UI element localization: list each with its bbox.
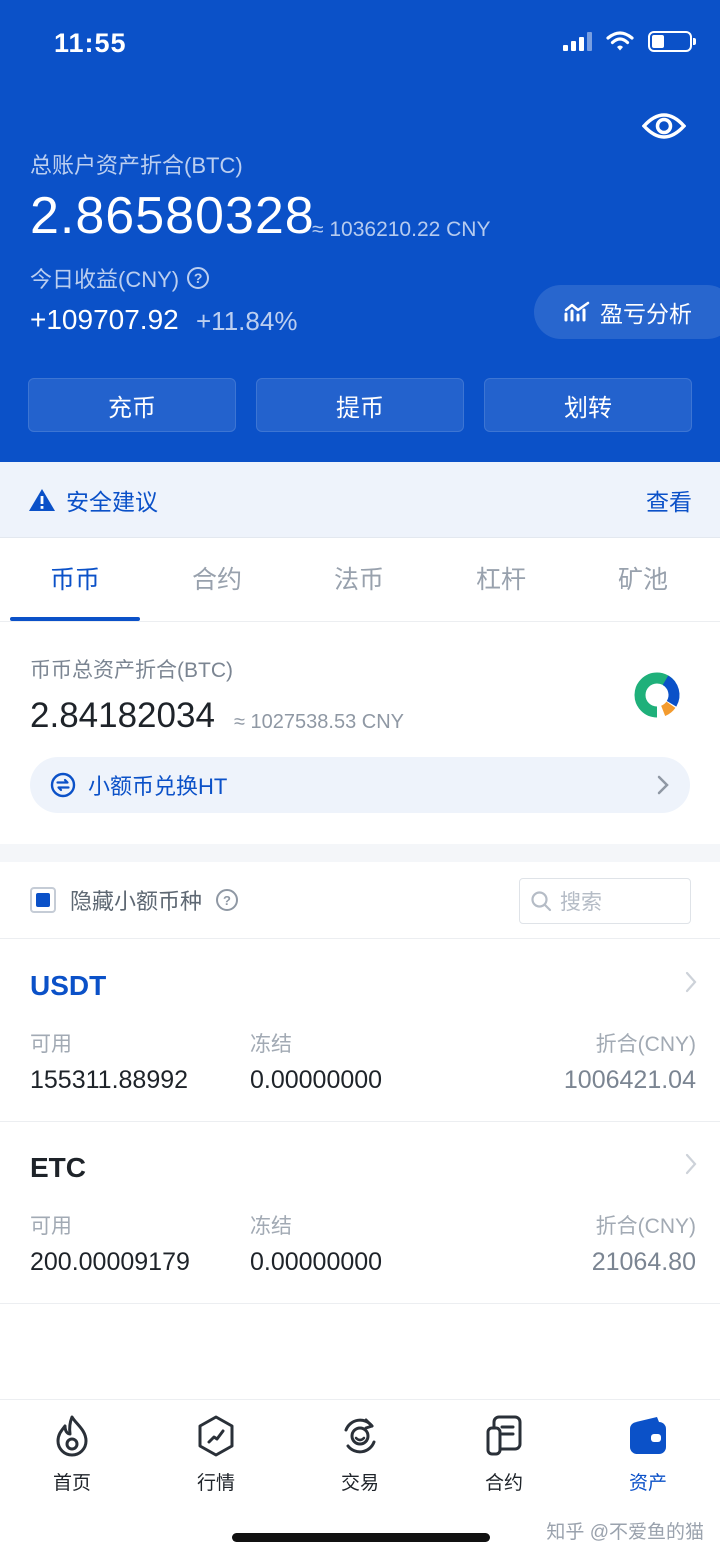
total-assets-cny: ≈ 1036210.22 CNY: [312, 218, 491, 241]
row-divider: [0, 1303, 720, 1304]
asset-header: 11:55 总账户资产折合(BTC) 2.86580328 ≈ 1036210.…: [0, 0, 720, 462]
search-icon: [531, 891, 552, 912]
small-coin-convert-label: 小额币兑换HT: [88, 774, 228, 799]
hide-small-checkbox[interactable]: [30, 887, 56, 913]
today-profit-label-text: 今日收益(CNY): [30, 267, 180, 292]
hide-small-balances[interactable]: 隐藏小额币种 ?: [30, 884, 239, 916]
warning-icon: [29, 488, 55, 511]
status-indicators: [563, 30, 696, 52]
tab-contract[interactable]: 合约: [146, 538, 288, 621]
frozen-value: 0.00000000: [250, 1066, 383, 1094]
withdraw-button[interactable]: 提币: [256, 378, 464, 432]
tab-margin[interactable]: 杠杆: [430, 538, 572, 621]
value-label: 折合(CNY): [595, 1033, 696, 1056]
signal-icon: [563, 31, 592, 51]
frozen-value: 0.00000000: [250, 1248, 383, 1276]
home-indicator[interactable]: [232, 1533, 490, 1542]
help-icon[interactable]: ?: [216, 889, 239, 911]
spot-total-value: 2.84182034: [30, 696, 215, 735]
section-divider: [0, 844, 720, 862]
coin-name: ETC: [30, 1152, 86, 1183]
exchange-icon: [50, 772, 76, 798]
chevron-right-icon: [685, 971, 697, 993]
coin-name: USDT: [30, 970, 107, 1001]
tab-spot[interactable]: 币币: [4, 538, 146, 621]
wallet-icon: [630, 1417, 666, 1454]
contract-icon: [486, 1415, 522, 1456]
battery-icon: [648, 30, 696, 52]
available-value: 200.00009179: [30, 1248, 190, 1276]
account-tabs: 币币 合约 法币 杠杆 矿池: [0, 538, 720, 622]
deposit-button[interactable]: 充币: [28, 378, 236, 432]
spot-total-label: 币币总资产折合(BTC): [30, 659, 233, 682]
nav-home-label: 首页: [52, 1473, 91, 1494]
spot-total-cny: ≈ 1027538.53 CNY: [234, 711, 404, 733]
nav-trade-label: 交易: [340, 1473, 379, 1494]
search-input[interactable]: 搜索: [519, 878, 691, 924]
trade-icon: [344, 1418, 376, 1454]
flame-icon: [56, 1415, 88, 1457]
today-profit-value: +109707.92: [30, 304, 179, 335]
security-view-link[interactable]: 查看: [646, 483, 692, 517]
value-label: 折合(CNY): [595, 1215, 696, 1238]
small-coin-convert-bar[interactable]: 小额币兑换HT: [30, 757, 690, 813]
row-divider: [0, 938, 720, 939]
market-icon: [198, 1415, 234, 1457]
pnl-analysis-button[interactable]: 盈亏分析: [534, 285, 720, 339]
nav-market-label: 行情: [196, 1473, 235, 1494]
tab-pool[interactable]: 矿池: [572, 538, 714, 621]
total-assets-value: 2.86580328: [30, 187, 315, 245]
pnl-analysis-label: 盈亏分析: [600, 301, 692, 327]
chart-trend-icon: [564, 301, 590, 322]
nav-contract-label: 合约: [484, 1473, 523, 1494]
nav-home[interactable]: 首页: [0, 1400, 144, 1559]
watermark: 知乎 @不爱鱼的猫: [546, 1522, 704, 1543]
cny-value: 1006421.04: [563, 1066, 696, 1094]
hide-small-label: 隐藏小额币种: [70, 889, 203, 914]
cny-value: 21064.80: [591, 1248, 696, 1276]
frozen-label: 冻结: [250, 1033, 292, 1056]
asset-distribution-icon[interactable]: [632, 670, 682, 720]
wifi-icon: [606, 31, 634, 51]
today-profit-percent: +11.84%: [196, 306, 298, 336]
available-label: 可用: [30, 1033, 72, 1056]
total-assets-label: 总账户资产折合(BTC): [30, 153, 243, 178]
available-value: 155311.88992: [30, 1066, 189, 1094]
eye-icon[interactable]: [642, 110, 686, 142]
chevron-right-icon: [685, 1153, 697, 1175]
security-advice: 安全建议: [28, 483, 158, 517]
tab-fiat[interactable]: 法币: [288, 538, 430, 621]
coin-row-etc[interactable]: ETC 可用 冻结 折合(CNY) 200.00009179 0.0000000…: [0, 1122, 720, 1302]
chevron-right-icon: [657, 775, 669, 795]
help-icon[interactable]: ?: [187, 267, 210, 289]
status-time: 11:55: [54, 28, 127, 58]
security-advice-label: 安全建议: [66, 488, 158, 515]
security-advice-bar[interactable]: 安全建议 查看: [0, 462, 720, 538]
coin-row-usdt[interactable]: USDT 可用 冻结 折合(CNY) 155311.88992 0.000000…: [0, 940, 720, 1120]
available-label: 可用: [30, 1215, 72, 1238]
search-placeholder: 搜索: [560, 891, 602, 914]
today-profit-label: 今日收益(CNY) ?: [30, 262, 210, 294]
nav-assets-label: 资产: [628, 1473, 667, 1494]
action-buttons: 充币 提币 划转: [28, 378, 692, 432]
transfer-button[interactable]: 划转: [484, 378, 692, 432]
frozen-label: 冻结: [250, 1215, 292, 1238]
